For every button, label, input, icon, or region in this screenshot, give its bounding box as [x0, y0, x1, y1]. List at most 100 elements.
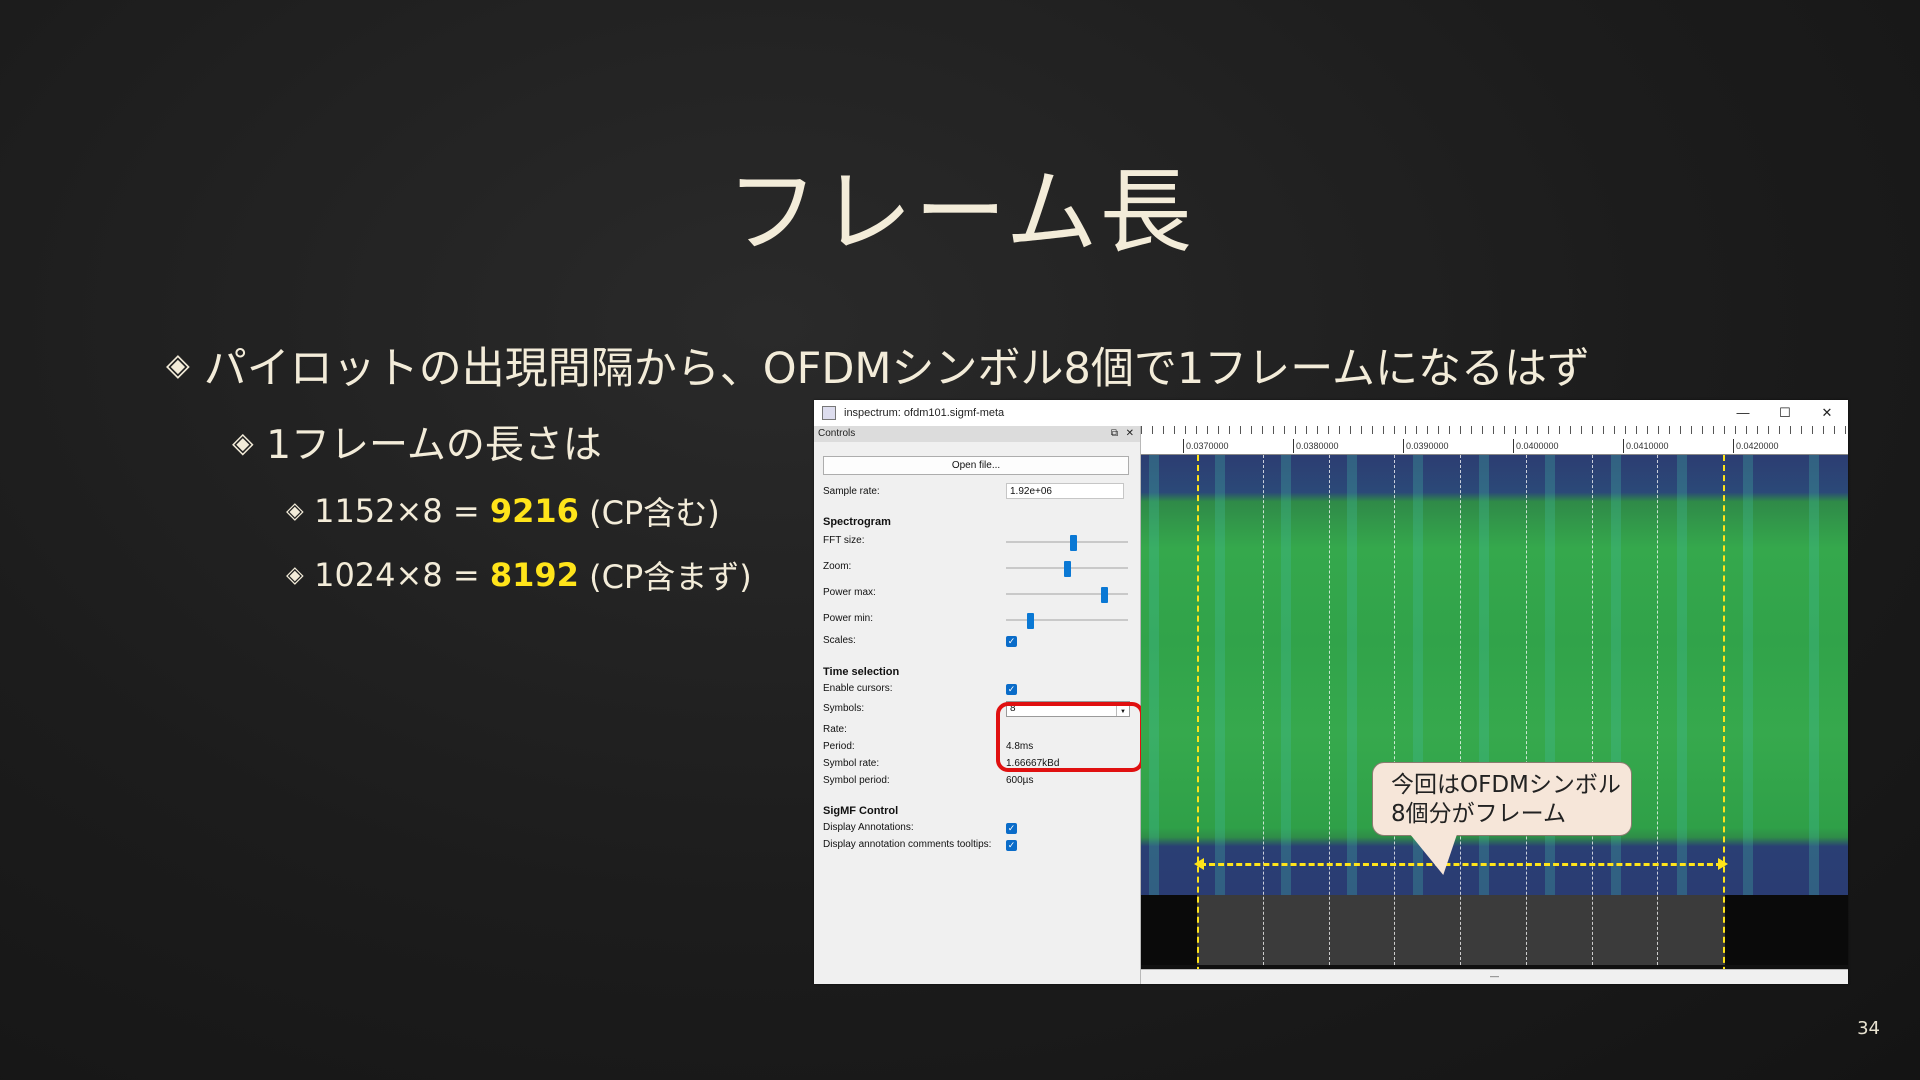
spectrogram-waterfall[interactable] [1141, 455, 1848, 921]
formula-prefix: 1152×8 = [314, 492, 490, 530]
zoom-slider[interactable] [1006, 561, 1128, 577]
formula-prefix: 1024×8 = [314, 556, 490, 594]
time-selection-section: Time selection [823, 666, 900, 678]
sample-rate-input[interactable]: 1.92e+06 [1006, 483, 1124, 499]
maximize-icon[interactable]: ☐ [1764, 400, 1806, 426]
pilot-band [1809, 455, 1819, 921]
formula-suffix: (CP含まず) [578, 558, 752, 596]
formula-value: 8192 [489, 556, 579, 594]
pilot-band [1149, 455, 1159, 921]
sigmf-control-section: SigMF Control [823, 805, 899, 817]
bullet-text: パイロットの出現間隔から、OFDMシンボル8個で1フレームになるはず [203, 344, 1590, 394]
ruler-tick-label: 0.0380000 [1293, 439, 1339, 453]
rate-label: Rate: [823, 724, 847, 735]
callout-line2: 8個分がフレーム [1391, 801, 1566, 827]
app-icon [822, 406, 836, 420]
zoom-slider-handle[interactable] [1064, 561, 1071, 577]
symbol-divider-line [1460, 455, 1461, 965]
display-annotations-checkbox[interactable]: ✓ [1006, 823, 1017, 834]
diamond-bullet-icon: ◈ [286, 562, 304, 588]
sample-rate-label: Sample rate: [823, 486, 880, 497]
ruler-tick-label: 0.0420000 [1733, 439, 1779, 453]
bullet-with-cp: ◈ 1152×8 = 9216 (CP含む) [286, 488, 720, 534]
minimize-icon[interactable]: — [1722, 400, 1764, 426]
symbol-divider-line [1591, 455, 1593, 965]
display-annotations-label: Display Annotations: [823, 822, 914, 833]
inspectrum-window: inspectrum: ofdm101.sigmf-meta — ☐ ✕ Con… [814, 400, 1848, 984]
time-ruler: 0.0370000 0.0380000 0.0390000 0.0400000 0.04… [1141, 426, 1848, 455]
frame-callout: 今回はOFDMシンボル 8個分がフレーム [1372, 762, 1632, 875]
plot-margin-left [1141, 895, 1197, 965]
power-max-slider[interactable] [1006, 587, 1128, 603]
bullet-frame-length: ◈ 1フレームの長さは [232, 414, 602, 470]
pilot-band [1611, 455, 1621, 921]
display-tooltips-label: Display annotation comments tooltips: [823, 839, 992, 850]
display-tooltips-checkbox[interactable]: ✓ [1006, 840, 1017, 851]
diamond-bullet-icon: ◈ [286, 498, 304, 524]
zoom-label: Zoom: [823, 561, 852, 572]
ruler-tick-label: 0.0410000 [1623, 439, 1669, 453]
power-min-label: Power min: [823, 613, 874, 624]
pilot-band [1677, 455, 1687, 921]
controls-panel: Controls ⧉ ✕ Open file... Sample rate: 1… [814, 426, 1144, 984]
arrow-right-icon [1718, 858, 1728, 870]
formula-suffix: (CP含む) [578, 494, 720, 532]
controls-dock-header: Controls ⧉ ✕ [814, 426, 1140, 442]
symbol-divider-line [1328, 455, 1330, 965]
symbol-rate-value: 1.66667kBd [1006, 758, 1060, 769]
symbol-period-value: 600µs [1006, 775, 1034, 786]
bullet-pilot-interval: ◈ パイロットの出現間隔から、OFDMシンボル8個で1フレームになるはず [166, 334, 1590, 396]
symbol-divider-line [1657, 455, 1659, 965]
window-title: inspectrum: ofdm101.sigmf-meta [844, 407, 1005, 419]
pilot-band [1743, 455, 1753, 921]
pilot-band [1545, 455, 1555, 921]
bullet-text: 1フレームの長さは [266, 423, 602, 468]
enable-cursors-checkbox[interactable]: ✓ [1006, 684, 1017, 695]
scales-checkbox[interactable]: ✓ [1006, 636, 1017, 647]
cursor-end-line[interactable] [1723, 455, 1725, 984]
formula-value: 9216 [489, 492, 579, 530]
plot-margin-right [1725, 895, 1848, 965]
dock-close-icon[interactable]: ✕ [1126, 426, 1134, 442]
diamond-bullet-icon: ◈ [232, 425, 254, 459]
power-max-slider-handle[interactable] [1100, 587, 1108, 603]
pilot-band [1281, 455, 1291, 921]
symbol-period-label: Symbol period: [823, 775, 890, 786]
pilot-band [1479, 455, 1489, 921]
scales-label: Scales: [823, 635, 856, 646]
bullet-without-cp: ◈ 1024×8 = 8192 (CP含まず) [286, 552, 752, 598]
fft-size-slider[interactable] [1006, 535, 1128, 551]
slide-title: フレーム長 [726, 159, 1194, 266]
spectrogram-section: Spectrogram [823, 516, 891, 528]
ruler-tick-label: 0.0370000 [1183, 439, 1229, 453]
enable-cursors-label: Enable cursors: [823, 683, 893, 694]
controls-title: Controls [818, 428, 856, 439]
diamond-bullet-icon: ◈ [166, 347, 190, 383]
window-titlebar[interactable]: inspectrum: ofdm101.sigmf-meta — ☐ ✕ [814, 400, 1848, 426]
close-icon[interactable]: ✕ [1806, 400, 1848, 426]
symbol-rate-label: Symbol rate: [823, 758, 880, 769]
power-max-label: Power max: [823, 587, 876, 598]
page-number: 34 [1857, 1018, 1880, 1039]
symbol-divider-line [1394, 455, 1396, 965]
ruler-tick-label: 0.0400000 [1513, 439, 1559, 453]
period-value: 4.8ms [1006, 741, 1034, 752]
power-min-slider[interactable] [1006, 613, 1128, 629]
callout-line1: 今回はOFDMシンボル [1391, 772, 1621, 798]
cursor-start-line[interactable] [1197, 455, 1199, 984]
symbol-divider-line [1525, 455, 1527, 965]
horizontal-scrollbar[interactable]: — [1141, 969, 1848, 984]
callout-tail [1410, 835, 1466, 875]
pilot-band [1347, 455, 1357, 921]
period-label: Period: [823, 741, 855, 752]
symbol-divider-line [1262, 455, 1264, 965]
open-file-button[interactable]: Open file... [823, 456, 1129, 475]
spectrogram-view[interactable]: 0.0370000 0.0380000 0.0390000 0.0400000 0.04… [1141, 426, 1848, 984]
power-min-slider-handle[interactable] [1027, 613, 1035, 629]
ruler-tick-label: 0.0390000 [1403, 439, 1449, 453]
undock-icon[interactable]: ⧉ [1111, 426, 1118, 442]
fft-size-slider-handle[interactable] [1070, 535, 1078, 551]
pilot-band [1215, 455, 1225, 921]
fft-size-label: FFT size: [823, 535, 865, 546]
arrow-left-icon [1194, 858, 1204, 870]
